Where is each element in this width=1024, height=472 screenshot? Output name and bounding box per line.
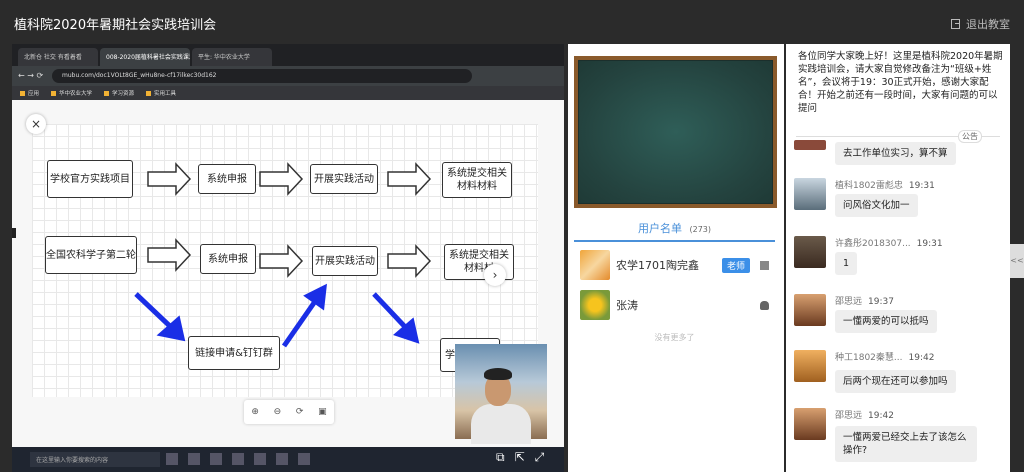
message-time: 19:31 [908,181,935,191]
sender-name: 邵思远 [835,297,863,307]
app-icon[interactable] [254,453,266,465]
door-icon [951,19,960,29]
taskbar-search[interactable]: 在这里输入你要搜索的内容 [30,452,160,467]
tab-user-list[interactable]: 用户名单 (273) [574,220,775,242]
avatar [580,290,610,320]
app-icon[interactable] [298,453,310,465]
bookmarks-bar: 应用 华中农业大学 学习资源 实用工具 [12,86,564,100]
message-bubble: 一懂两爱的可以抵吗 [835,310,937,333]
avatar [794,350,826,382]
chevron-right-icon[interactable]: › [484,264,506,286]
pip-icon[interactable]: ⧉ [496,450,505,465]
bookmark[interactable]: 学习资源 [104,89,134,97]
popout-icon[interactable]: ⇱ [515,450,525,465]
taskbar-icons [166,453,310,465]
message-time: 19:42 [908,353,935,363]
flow-box: 链接申请&钉钉群 [188,336,280,370]
browser-tabs: 北新仓 社交 有看着看 008-2020届植科暑社会实践课汇二 平生: 华中农业… [12,44,564,66]
sender-name: 许鑫彤2018307... [835,239,911,249]
message-time: 19:31 [916,239,943,249]
bookmark[interactable]: 华中农业大学 [51,89,92,97]
flow-box: 开展实践活动 [310,164,378,194]
sender-name: 种工1802秦慧... [835,353,903,363]
user-count: (273) [689,225,711,234]
top-bar: 植科院2020年暑期社会实践培训会 退出教室 [0,0,1024,44]
collapse-left-handle[interactable] [12,228,16,238]
close-icon[interactable]: × [26,114,46,134]
user-row[interactable]: 农学1701陶完鑫 老师 [574,248,775,282]
avatar [794,294,826,326]
address-bar: ← → ⟳ mubu.com/doc1VOLt8GE_wHu8ne-cf17il… [12,66,564,86]
logout-button[interactable]: 退出教室 [951,16,1010,32]
bookmark-icon [104,90,110,96]
app-icon[interactable] [276,453,288,465]
blackboard [574,56,777,208]
url-field[interactable]: mubu.com/doc1VOLt8GE_wHu8ne-cf17ilkec30d… [52,69,472,83]
flow-box: 系统申报 [200,244,256,274]
announcement-tag[interactable]: 公告 [958,130,982,143]
app-icon[interactable] [188,453,200,465]
screen-share-stage: 北新仓 社交 有看着看 008-2020届植科暑社会实践课汇二 平生: 华中农业… [12,44,564,472]
zoom-in-icon[interactable]: ⊕ [251,407,259,417]
flow-box: 系统申报 [198,164,256,194]
message-time: 19:37 [868,297,894,307]
logout-label: 退出教室 [966,18,1010,31]
no-more-text: 没有更多了 [654,333,695,342]
message-meta: 邵思远 19:42 [835,408,894,421]
flow-box: 开展实践活动 [312,246,378,276]
os-taskbar: 在这里输入你要搜索的内容 [12,447,564,472]
zoom-out-icon[interactable]: ⊖ [274,407,282,417]
teacher-badge: 老师 [721,257,750,273]
collapse-right-handle[interactable]: << [1010,244,1024,278]
bookmark[interactable]: 应用 [20,89,39,97]
message-bubble: 一懂两爱已经交上去了该怎么操作? [835,426,977,462]
reset-icon[interactable]: ⟳ [296,407,304,417]
message-meta: 种工1802秦慧... 19:42 [835,350,934,363]
flow-box: 全国农科学子第二轮 [45,236,137,274]
tab-label: 用户名单 [637,222,682,235]
avatar [794,140,826,150]
fullscreen-icon[interactable]: ⤢ [535,450,545,465]
avatar [794,408,826,440]
page-title: 植科院2020年暑期社会实践培训会 [14,18,217,33]
windows-icon [760,260,769,270]
message-bubble: 1 [835,252,858,275]
message-meta: 邵思远 19:37 [835,294,894,307]
presenter-camera [455,344,547,444]
sender-name: 植科1802雷彪忠 [835,181,903,191]
android-icon [760,300,769,310]
app-icon[interactable] [166,453,178,465]
user-name: 张涛 [616,299,638,312]
sender-name: 邵思远 [835,411,863,421]
chat-panel: 各位同学大家晚上好！这里是植科院2020年暑期实践培训会，请大家自觉修改备注为“… [786,44,1010,472]
message-bubble: 后两个现在还可以参加吗 [835,370,956,393]
stage-controls: ⧉ ⇱ ⤢ [496,450,544,465]
bookmark-icon [146,90,152,96]
flow-box: 系统提交相关材料材料 [442,162,512,198]
app-icon[interactable] [210,453,222,465]
message-time: 19:42 [868,411,894,421]
app-icon[interactable] [232,453,244,465]
bookmark-icon [51,90,57,96]
message-meta: 许鑫彤2018307... 19:31 [835,236,943,249]
announcement: 各位同学大家晚上好！这里是植科院2020年暑期实践培训会，请大家自觉修改备注为“… [798,51,1003,114]
user-row[interactable]: 张涛 [574,288,775,322]
avatar [794,236,826,268]
browser-tab[interactable]: 北新仓 社交 有看着看 [18,48,98,66]
browser-tab[interactable]: 平生: 华中农业大学 [192,48,272,66]
zoom-toolbar: ⊕ ⊖ ⟳ ▣ [244,400,334,424]
fit-icon[interactable]: ▣ [318,407,327,417]
avatar [794,178,826,210]
user-name: 农学1701陶完鑫 [616,259,699,272]
avatar [580,250,610,280]
bookmark[interactable]: 实用工具 [146,89,176,97]
flow-box: 学校官方实践项目 [47,160,133,198]
nav-arrows-icon[interactable]: ← → ⟳ [18,71,43,80]
message-bubble: 问风俗文化加一 [835,194,918,217]
browser-tab-active[interactable]: 008-2020届植科暑社会实践课汇二 [100,48,190,66]
message-bubble: 去工作单位实习，算不算 [835,142,956,165]
message-meta: 植科1802雷彪忠 19:31 [835,178,935,191]
middle-panel: 用户名单 (273) 农学1701陶完鑫 老师 张涛 没有更多了 [568,44,784,472]
bookmark-icon [20,90,25,96]
